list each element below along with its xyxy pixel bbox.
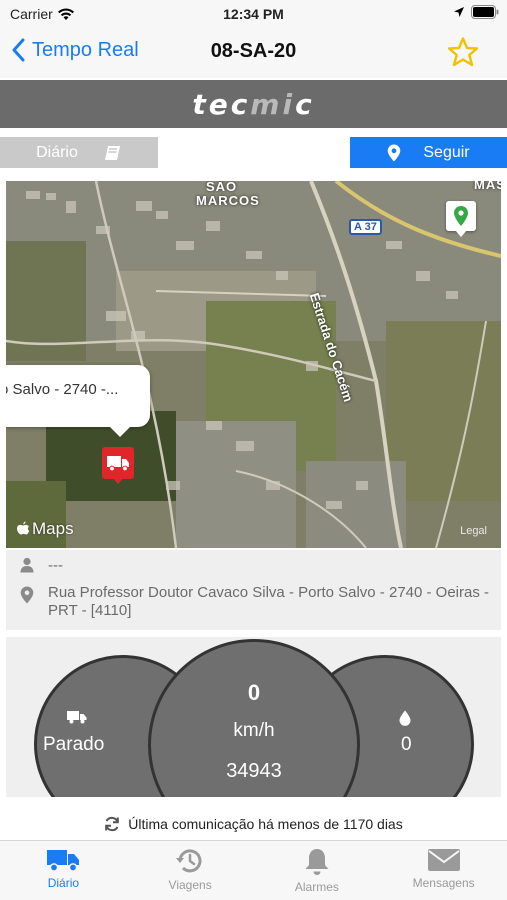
vehicle-info-card: --- Rua Professor Doutor Cavaco Silva - …	[6, 550, 501, 630]
brand-banner: tecmic	[0, 80, 507, 128]
status-right	[453, 5, 499, 19]
maps-attribution: Maps	[16, 519, 74, 539]
chevron-left-icon	[12, 38, 25, 62]
tecmic-logo: tecmic	[192, 87, 315, 121]
legal-link[interactable]: Legal	[460, 525, 487, 537]
road-shield: A 37	[349, 219, 382, 235]
book-icon	[104, 145, 120, 160]
map-callout[interactable]: o Salvo - 2740 -...	[6, 365, 150, 427]
back-label: Tempo Real	[32, 38, 139, 61]
map-pin-icon	[388, 144, 401, 161]
location-pin-icon	[20, 586, 34, 604]
status-bar: Carrier 12:34 PM	[0, 0, 507, 28]
tab-viagens-label: Viagens	[168, 878, 212, 892]
tab-mensagens[interactable]: Mensagens	[380, 841, 507, 900]
refresh-icon	[105, 816, 120, 832]
tab-bar: Diário Viagens Alarmes Mensagens	[0, 840, 507, 900]
speed-gauge: 0 km/h 34943	[148, 639, 360, 797]
envelope-icon	[427, 849, 460, 871]
address-text: Rua Professor Doutor Cavaco Silva - Port…	[48, 584, 490, 619]
gauges-card: Parado 0 0 km/h 34943	[6, 637, 501, 797]
clock: 12:34 PM	[223, 6, 284, 22]
map-place-label-line2: MARCOS	[196, 193, 260, 208]
odometer-value: 34943	[226, 760, 282, 782]
action-toolbar: Diário Seguir	[0, 128, 507, 178]
battery-icon	[471, 5, 499, 19]
bell-icon	[305, 849, 329, 875]
star-outline-icon	[447, 37, 479, 67]
truck-small-icon	[67, 710, 87, 729]
apple-logo-icon	[17, 521, 30, 535]
truck-icon	[107, 456, 129, 472]
tab-diario[interactable]: Diário	[0, 841, 127, 900]
map-marker-icon	[454, 206, 468, 226]
seguir-button-label: Seguir	[423, 143, 470, 161]
history-icon	[176, 849, 202, 873]
map-edge-label: MAS	[474, 181, 501, 192]
callout-pointer	[110, 427, 130, 437]
tab-mensagens-label: Mensagens	[412, 876, 475, 890]
address-row: Rua Professor Doutor Cavaco Silva - Port…	[20, 584, 490, 620]
driver-name: ---	[48, 557, 63, 574]
vehicle-pin[interactable]	[102, 447, 134, 484]
diario-button-label: Diário	[36, 143, 78, 161]
last-communication: Última comunicação há menos de 1170 dias	[0, 816, 507, 832]
tab-alarmes[interactable]: Alarmes	[254, 841, 381, 900]
tab-viagens[interactable]: Viagens	[127, 841, 254, 900]
state-label: Parado	[43, 734, 105, 755]
truck-icon	[47, 850, 80, 872]
drop-icon	[399, 710, 411, 731]
satellite-map[interactable]: SÃO MARCOS MAS A 37 Estrada do Cacém o S…	[6, 181, 501, 548]
favorite-button[interactable]	[447, 36, 479, 73]
seguir-button[interactable]: Seguir	[350, 137, 507, 168]
speed-value: 0	[247, 680, 261, 705]
location-arrow-icon	[454, 7, 464, 17]
callout-text: o Salvo - 2740 -...	[6, 381, 119, 398]
maps-attribution-label: Maps	[32, 519, 74, 538]
tab-alarmes-label: Alarmes	[294, 880, 339, 894]
destination-pin[interactable]	[446, 201, 476, 237]
speed-unit: km/h	[233, 720, 275, 741]
navigation-bar: Tempo Real 08-SA-20	[0, 28, 507, 78]
fuel-value: 0	[401, 734, 412, 755]
person-icon	[20, 557, 34, 573]
last-communication-text: Última comunicação há menos de 1170 dias	[128, 816, 403, 832]
diario-button[interactable]: Diário	[0, 137, 158, 168]
tab-diario-label: Diário	[47, 876, 80, 890]
back-button[interactable]: Tempo Real	[12, 38, 139, 62]
driver-row: ---	[20, 557, 63, 575]
